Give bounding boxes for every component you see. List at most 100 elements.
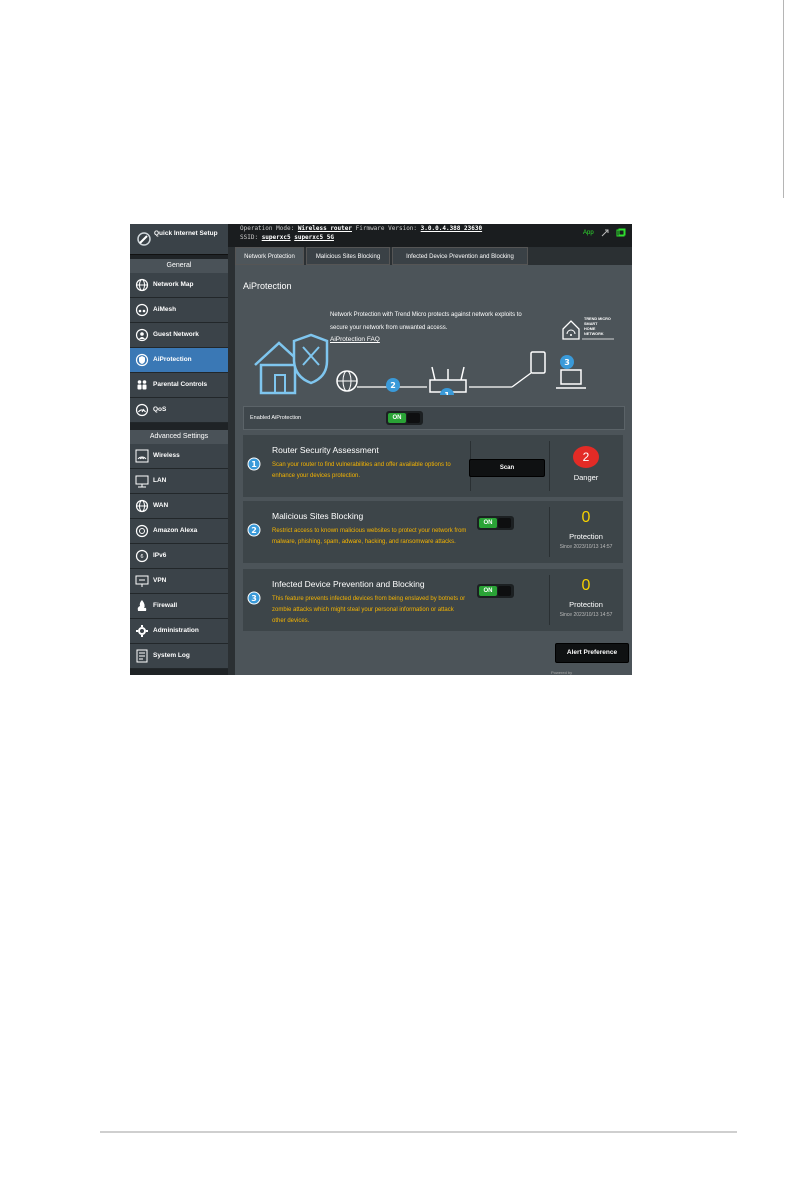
network-status-icon[interactable] (616, 228, 626, 238)
step-3-number: 3 (564, 358, 570, 367)
firmware-version-link[interactable]: 3.0.0.4.388_23630 (421, 225, 482, 232)
sidebar-item-qos[interactable]: QoS (130, 398, 228, 423)
sidebar-item-system-log[interactable]: System Log (130, 644, 228, 669)
feature-title: Router Security Assessment (272, 445, 379, 455)
app-link[interactable]: App (583, 230, 594, 236)
infected-device-prevention-card: 3 Infected Device Prevention and Blockin… (243, 569, 623, 631)
sidebar-item-label: Network Map (153, 281, 194, 288)
operation-mode-label: Operation Mode: (240, 225, 295, 232)
sidebar-item-lan[interactable]: LAN (130, 469, 228, 494)
sidebar-item-ipv6[interactable]: 6 IPv6 (130, 544, 228, 569)
powered-by-text: Powered by (551, 670, 573, 675)
ssid-5g-link[interactable]: superxc5_5G (294, 234, 334, 241)
gear-icon (136, 625, 148, 637)
danger-count-badge: 2 (573, 446, 599, 468)
tablet-icon (530, 351, 546, 374)
protection-label: Protection (569, 532, 603, 541)
tab-network-protection[interactable]: Network Protection (235, 247, 304, 265)
tab-malicious-sites-blocking[interactable]: Malicious Sites Blocking (306, 247, 390, 265)
protection-count: 0 (581, 577, 591, 594)
wan-globe-icon (135, 499, 149, 513)
sidebar-item-label: QoS (153, 406, 167, 413)
sidebar-item-network-map[interactable]: Network Map (130, 273, 228, 298)
feature-title: Infected Device Prevention and Blocking (272, 579, 425, 589)
enable-aiprotection-toggle[interactable]: ON (386, 411, 423, 425)
status-bar: Operation Mode: Wireless router Firmware… (228, 224, 632, 247)
malicious-sites-toggle[interactable]: ON (477, 516, 514, 530)
svg-text:2: 2 (251, 526, 257, 535)
laptop-icon (556, 369, 586, 389)
protection-count: 0 (581, 509, 591, 526)
toggle-knob (407, 413, 420, 423)
wifi-icon (135, 449, 149, 463)
toggle-on-label: ON (479, 518, 497, 528)
enable-aiprotection-row: Enabled AiProtection ON (243, 406, 625, 430)
sidebar-item-label: Administration (153, 627, 199, 634)
guest-network-icon (135, 328, 149, 342)
tab-infected-device-prevention[interactable]: Infected Device Prevention and Blocking (392, 247, 528, 265)
sidebar-item-vpn[interactable]: VPN (130, 569, 228, 594)
sidebar-item-label: Parental Controls (153, 381, 208, 388)
feature-description: Scan your router to find vulnerabilities… (272, 462, 451, 479)
usb-status-icon[interactable] (600, 228, 610, 238)
step-3-badge-icon: 3 (247, 591, 261, 605)
page-footer-rule (100, 1131, 737, 1133)
ssid-24g-link[interactable]: superxc5 (262, 234, 291, 241)
router-admin-screenshot: Quick Internet Setup General Network Map… (130, 224, 632, 675)
router-security-assessment-card: 1 Router Security Assessment Scan your r… (243, 435, 623, 497)
malicious-sites-blocking-card: 2 Malicious Sites Blocking Restrict acce… (243, 501, 623, 563)
sidebar-item-label: Amazon Alexa (153, 527, 198, 534)
ssid-line: SSID: superxc5 superxc5_5G (240, 234, 334, 241)
sidebar-item-aiprotection[interactable]: AiProtection (130, 348, 228, 373)
mesh-icon (135, 303, 149, 317)
sidebar-item-label: Guest Network (153, 331, 199, 338)
protection-since: Since 2023/10/13 14:57 (559, 612, 613, 618)
globe-icon (135, 278, 149, 292)
sidebar-item-wan[interactable]: WAN (130, 494, 228, 519)
page-title: AiProtection (243, 281, 292, 291)
family-icon (137, 380, 147, 390)
sidebar-item-firewall[interactable]: Firewall (130, 594, 228, 619)
svg-text:3: 3 (251, 594, 257, 603)
infected-device-toggle[interactable]: ON (477, 584, 514, 598)
svg-text:6: 6 (140, 554, 143, 560)
sidebar-item-parental-controls[interactable]: Parental Controls (130, 373, 228, 398)
page-margin-rule (783, 0, 784, 198)
internet-globe-icon (336, 370, 358, 392)
general-section-header: General (130, 259, 228, 273)
feature-description: This feature prevents infected devices f… (272, 596, 466, 624)
sidebar-item-label: LAN (153, 477, 167, 484)
firmware-label: Firmware Version: (355, 225, 418, 232)
ipv6-icon: 6 (135, 549, 149, 563)
divider (549, 441, 550, 491)
sidebar-item-aimesh[interactable]: AiMesh (130, 298, 228, 323)
sidebar-item-label: AiMesh (153, 306, 177, 313)
alert-preference-button[interactable]: Alert Preference (555, 643, 629, 663)
sidebar-item-label: AiProtection (153, 356, 192, 363)
alexa-icon (135, 524, 149, 538)
sidebar: Quick Internet Setup General Network Map… (130, 224, 228, 675)
danger-label: Danger (573, 473, 599, 482)
speedometer-icon (135, 403, 149, 417)
step-2-badge-icon: 2 (247, 523, 261, 537)
toggle-knob (498, 586, 511, 596)
svg-text:1: 1 (251, 460, 257, 469)
sidebar-item-wireless[interactable]: Wireless (130, 444, 228, 469)
step-2-number: 2 (390, 381, 396, 390)
advanced-section-header: Advanced Settings (130, 430, 228, 444)
sidebar-item-quick-internet-setup[interactable]: Quick Internet Setup (130, 224, 228, 255)
feature-description: Restrict access to known malicious websi… (272, 528, 467, 545)
step-1-badge-icon: 1 (247, 457, 261, 471)
sidebar-item-amazon-alexa[interactable]: Amazon Alexa (130, 519, 228, 544)
main-panel: AiProtection Network Protection with Tre… (235, 265, 632, 675)
toggle-on-label: ON (479, 586, 497, 596)
operation-mode-link[interactable]: Wireless router (298, 225, 352, 232)
sidebar-item-administration[interactable]: Administration (130, 619, 228, 644)
toggle-knob (498, 518, 511, 528)
vpn-icon (135, 575, 149, 587)
sidebar-item-guest-network[interactable]: Guest Network (130, 323, 228, 348)
scan-button[interactable]: Scan (469, 459, 545, 477)
home-shield-icon (254, 333, 329, 395)
network-protection-diagram: 2 1 3 (254, 333, 586, 395)
enable-aiprotection-label: Enabled AiProtection (250, 415, 302, 421)
